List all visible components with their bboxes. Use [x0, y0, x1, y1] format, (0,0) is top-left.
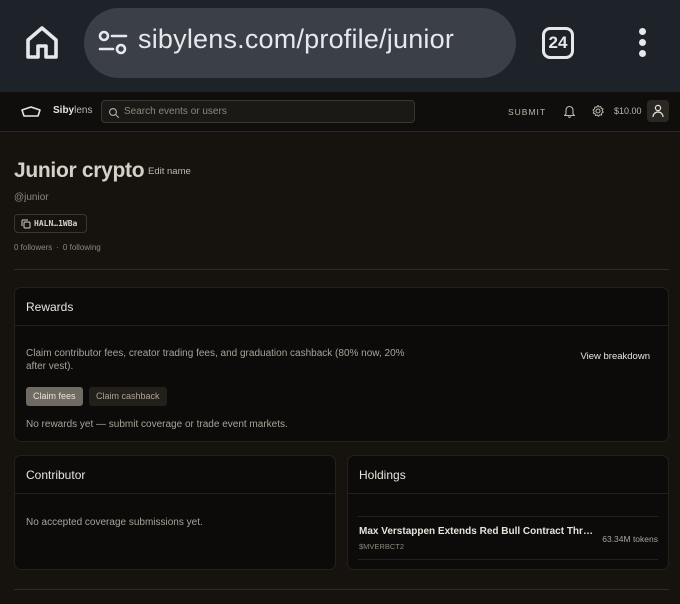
contributor-empty-message: No accepted coverage submissions yet. — [26, 517, 203, 528]
logo-icon[interactable] — [20, 104, 42, 120]
holding-amount: 63.34M tokens — [602, 534, 658, 544]
holding-market-name[interactable]: Max Verstappen Extends Red Bull Contract… — [359, 526, 597, 537]
more-menu-icon[interactable] — [630, 26, 654, 62]
app-header: Sibylens SUBMIT $10.00 — [0, 92, 680, 132]
rewards-description: Claim contributor fees, creator trading … — [26, 348, 405, 372]
holdings-title: Holdings — [359, 468, 406, 482]
search-icon — [108, 106, 120, 119]
wallet-address: HALN…1WBa — [34, 219, 78, 228]
user-icon — [652, 104, 664, 118]
gear-icon[interactable] — [591, 104, 605, 118]
contributor-title: Contributor — [26, 468, 86, 482]
profile-display-name: Junior crypto — [14, 159, 145, 182]
view-breakdown-button[interactable]: View breakdown — [580, 351, 650, 362]
holdings-card: Holdings Max Verstappen Extends Red Bull… — [347, 455, 669, 570]
site-settings-icon[interactable] — [98, 30, 128, 56]
submit-button[interactable]: SUBMIT — [508, 107, 546, 117]
user-menu-button[interactable] — [647, 100, 669, 122]
home-icon[interactable] — [22, 22, 62, 62]
following-count[interactable]: 0 following — [63, 243, 101, 252]
claim-cashback-button[interactable]: Claim cashback — [89, 387, 167, 406]
search-input[interactable] — [124, 103, 410, 120]
logo-wordmark[interactable]: Sibylens — [53, 105, 92, 116]
section-divider — [14, 269, 669, 270]
follow-stats: 0 followers · 0 following — [14, 243, 101, 252]
rewards-card: Rewards Claim contributor fees, creator … — [14, 287, 669, 442]
browser-toolbar: sibylens.com/profile/junior 24 — [0, 0, 680, 92]
rewards-title: Rewards — [26, 300, 74, 314]
url-text[interactable]: sibylens.com/profile/junior — [138, 24, 454, 55]
card-divider — [15, 325, 668, 326]
address-bar[interactable]: sibylens.com/profile/junior — [84, 8, 516, 78]
copy-icon — [21, 219, 31, 229]
bell-icon[interactable] — [563, 104, 576, 118]
card-divider — [15, 493, 335, 494]
followers-count[interactable]: 0 followers — [14, 243, 52, 252]
card-divider — [348, 493, 668, 494]
copy-address-button[interactable]: HALN…1WBa — [14, 214, 87, 233]
search-box[interactable] — [101, 100, 415, 123]
edit-name-button[interactable]: Edit name — [148, 166, 191, 177]
rewards-empty-message: No rewards yet — submit coverage or trad… — [26, 419, 288, 430]
wallet-balance[interactable]: $10.00 — [614, 106, 642, 116]
contributor-card: Contributor No accepted coverage submiss… — [14, 455, 336, 570]
section-divider — [14, 589, 669, 590]
profile-handle: @junior — [14, 192, 49, 203]
claim-fees-button[interactable]: Claim fees — [26, 387, 83, 406]
holding-ticker: $MVERBCT2 — [359, 542, 405, 551]
holding-row[interactable]: Max Verstappen Extends Red Bull Contract… — [358, 516, 658, 560]
tab-switcher-button[interactable]: 24 — [542, 27, 574, 59]
